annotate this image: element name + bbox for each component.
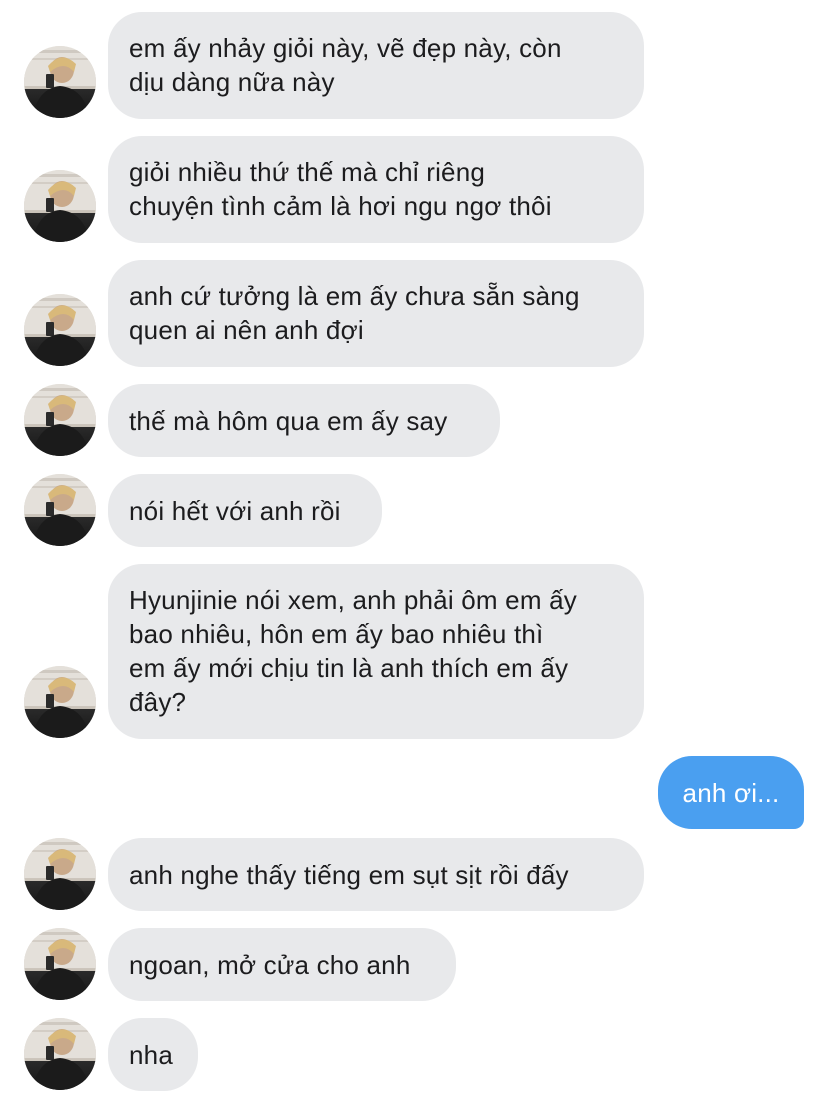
- sender-avatar[interactable]: [24, 384, 96, 456]
- message-text: anh nghe thấy tiếng em sụt sịt rồi đấy: [129, 859, 569, 890]
- message-bubble[interactable]: anh cứ tưởng là em ấy chưa sẵn sàng quen…: [108, 260, 644, 367]
- message-text: Hyunjinie nói xem, anh phải ôm em ấy bao…: [129, 585, 577, 717]
- message-text: anh ơi...: [682, 777, 780, 808]
- sender-avatar[interactable]: [24, 474, 96, 546]
- sender-avatar[interactable]: [24, 294, 96, 366]
- avatar-photo-icon: [24, 1018, 96, 1090]
- message-text: anh cứ tưởng là em ấy chưa sẵn sàng quen…: [129, 281, 580, 345]
- message-text: nha: [129, 1039, 173, 1070]
- message-bubble[interactable]: nói hết với anh rồi: [108, 474, 382, 547]
- message-bubble[interactable]: Hyunjinie nói xem, anh phải ôm em ấy bao…: [108, 564, 644, 739]
- avatar-photo-icon: [24, 294, 96, 366]
- avatar-photo-icon: [24, 46, 96, 118]
- sender-avatar[interactable]: [24, 1018, 96, 1090]
- sender-avatar[interactable]: [24, 838, 96, 910]
- message-bubble[interactable]: anh nghe thấy tiếng em sụt sịt rồi đấy: [108, 838, 644, 911]
- message-text: giỏi nhiều thứ thế mà chỉ riêng chuyện t…: [129, 157, 552, 221]
- message-text: em ấy nhảy giỏi này, vẽ đẹp này, còn dịu…: [129, 33, 562, 97]
- message-text: ngoan, mở cửa cho anh: [129, 949, 411, 980]
- avatar-photo-icon: [24, 928, 96, 1000]
- avatar-photo-icon: [24, 666, 96, 738]
- sender-avatar[interactable]: [24, 928, 96, 1000]
- sender-avatar[interactable]: [24, 666, 96, 738]
- avatar-photo-icon: [24, 838, 96, 910]
- message-text: thế mà hôm qua em ấy say: [129, 405, 448, 436]
- avatar-photo-icon: [24, 474, 96, 546]
- sender-avatar[interactable]: [24, 46, 96, 118]
- avatar-photo-icon: [24, 170, 96, 242]
- message-bubble[interactable]: ngoan, mở cửa cho anh: [108, 928, 456, 1001]
- message-text: nói hết với anh rồi: [129, 495, 341, 526]
- message-bubble[interactable]: giỏi nhiều thứ thế mà chỉ riêng chuyện t…: [108, 136, 644, 243]
- message-bubble[interactable]: thế mà hôm qua em ấy say: [108, 384, 500, 457]
- message-bubble[interactable]: em ấy nhảy giỏi này, vẽ đẹp này, còn dịu…: [108, 12, 644, 119]
- sender-avatar[interactable]: [24, 170, 96, 242]
- avatar-photo-icon: [24, 384, 96, 456]
- message-bubble[interactable]: nha: [108, 1018, 198, 1091]
- outgoing-message-bubble[interactable]: anh ơi...: [658, 756, 804, 829]
